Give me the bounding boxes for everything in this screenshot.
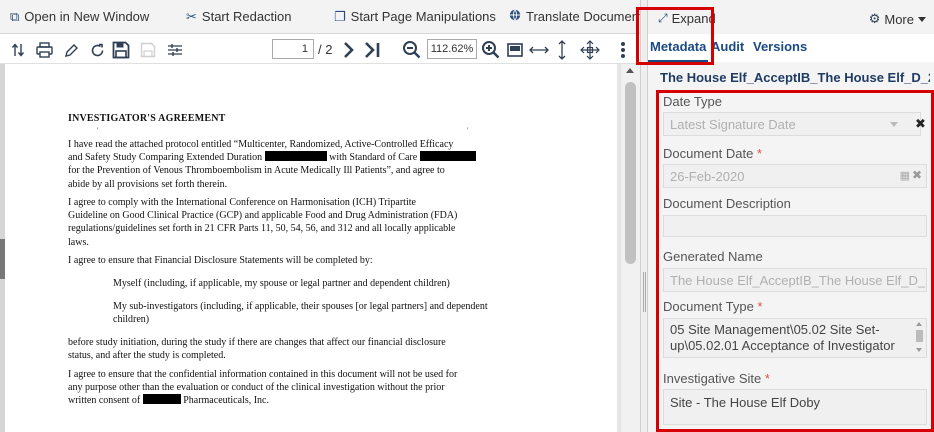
last-page-icon[interactable] (362, 39, 384, 61)
translate-document-label: Translate Document (526, 9, 643, 24)
paragraph-protocol: I have read the attached protocol entitl… (68, 138, 526, 191)
start-page-manipulations-label: Start Page Manipulations (350, 9, 496, 24)
clear-date-icon[interactable]: ✖ (912, 168, 922, 182)
new-window-icon: ⧉ (10, 8, 20, 24)
investigative-site-label: Investigative Site * (663, 371, 770, 386)
document-date-label: Document Date * (663, 146, 763, 161)
next-page-icon[interactable] (340, 39, 358, 61)
pages-icon: ❐ (334, 8, 346, 24)
document-name-heading: The House Elf_AcceptIB_The House Elf_D_2… (660, 70, 930, 85)
save-disabled-icon (138, 39, 158, 61)
more-dropdown[interactable]: ⚙ More (869, 11, 926, 27)
gear-icon: ⚙ (868, 11, 881, 26)
paragraph-before-study: before study initiation, during the stud… (68, 337, 446, 362)
panel-header: ⤢ Expand ⚙ More (648, 0, 934, 34)
scrollbar-thumb[interactable] (625, 82, 636, 264)
document-type-textarea[interactable]: 05 Site Management\05.02 Site Set- up\05… (663, 318, 927, 358)
zoom-in-icon[interactable] (479, 39, 503, 61)
chevron-down-icon (918, 16, 926, 22)
document-description-input[interactable] (663, 215, 927, 237)
save-icon[interactable] (110, 39, 132, 61)
print-icon[interactable] (34, 39, 54, 61)
rotate-sort-icon[interactable] (10, 39, 26, 61)
textarea-scrollbar[interactable] (915, 322, 924, 352)
generated-name-label: Generated Name (663, 249, 763, 264)
pencil-icon[interactable] (62, 39, 80, 61)
globe-icon (509, 9, 521, 24)
page-number-input[interactable] (272, 39, 314, 59)
scroll-up-icon[interactable] (626, 68, 634, 73)
more-label: More (884, 11, 914, 27)
clear-date-type-icon[interactable]: ✖ (915, 116, 926, 132)
metadata-panel: ⤢ Expand ⚙ More Metadata Audit Versions … (636, 0, 934, 432)
expand-arrows-icon: ⤢ (658, 11, 668, 25)
open-in-new-window-label: Open in New Window (24, 9, 150, 24)
redaction-box (264, 151, 327, 162)
calendar-icon[interactable]: ▦ (900, 169, 910, 182)
refresh-icon[interactable] (88, 39, 106, 61)
tab-versions[interactable]: Versions (753, 39, 807, 54)
date-type-label: Date Type (663, 94, 723, 109)
document-date-input[interactable]: 26-Feb-2020 ▦ ✖ (663, 164, 927, 188)
splitter-grip-icon[interactable] (643, 272, 646, 312)
document-title: INVESTIGATOR'S AGREEMENT (68, 113, 226, 124)
document-action-bar: ⧉ Open in New Window ✂ Start Redaction ❐… (0, 0, 643, 34)
redaction-box (142, 394, 181, 405)
page-total-label: / 2 (318, 42, 333, 57)
start-redaction-button[interactable]: ✂ Start Redaction (186, 0, 292, 34)
date-type-select[interactable]: Latest Signature Date (663, 112, 921, 136)
investigative-site-field[interactable]: Site - The House Elf Doby (663, 389, 927, 425)
open-in-new-window-button[interactable]: ⧉ Open in New Window (10, 0, 149, 34)
panel-tabs: Metadata Audit Versions (648, 34, 934, 62)
paragraph-confidential: I agree to ensure that the confidential … (68, 369, 458, 407)
expand-label: Expand (671, 11, 716, 26)
translate-document-button[interactable]: Translate Document (509, 0, 643, 34)
zoom-out-icon[interactable] (400, 39, 424, 61)
viewer-toolbar: / 2 (0, 34, 643, 64)
fit-width-icon[interactable] (528, 39, 550, 61)
paragraph-subinvestigators: My sub-investigators (including, if appl… (113, 301, 488, 326)
zoom-level-input[interactable] (427, 39, 477, 59)
fit-height-icon[interactable] (554, 39, 570, 61)
document-scrollbar[interactable] (620, 64, 640, 432)
start-page-manipulations-button[interactable]: ❐ Start Page Manipulations (334, 0, 496, 34)
start-redaction-label: Start Redaction (201, 9, 292, 24)
document-viewer[interactable]: ' ' INVESTIGATOR'S AGREEMENT I have read… (0, 64, 620, 432)
document-type-label: Document Type * (663, 299, 763, 314)
paragraph-myself: Myself (including, if applicable, my spo… (113, 278, 450, 289)
redaction-box (419, 151, 476, 162)
sliders-icon[interactable] (165, 39, 185, 61)
document-description-label: Document Description (663, 196, 791, 211)
paragraph-ich: I agree to comply with the International… (68, 197, 458, 248)
chevron-down-icon (890, 122, 898, 127)
pan-move-icon[interactable] (578, 39, 602, 61)
tab-audit[interactable]: Audit (711, 39, 744, 54)
panel-splitter[interactable] (640, 0, 648, 432)
document-page: ' ' INVESTIGATOR'S AGREEMENT I have read… (5, 64, 617, 432)
more-options-kebab-icon[interactable] (621, 42, 625, 58)
generated-name-field: The House Elf_AcceptIB_The House Elf_D_2… (663, 268, 927, 292)
scissors-icon: ✂ (186, 8, 197, 24)
tab-metadata[interactable]: Metadata (650, 39, 706, 54)
fit-page-icon[interactable] (505, 39, 525, 61)
expand-button[interactable]: ⤢ Expand (658, 11, 716, 26)
active-tab-underline (648, 60, 708, 63)
paragraph-financial: I agree to ensure that Financial Disclos… (68, 255, 373, 266)
